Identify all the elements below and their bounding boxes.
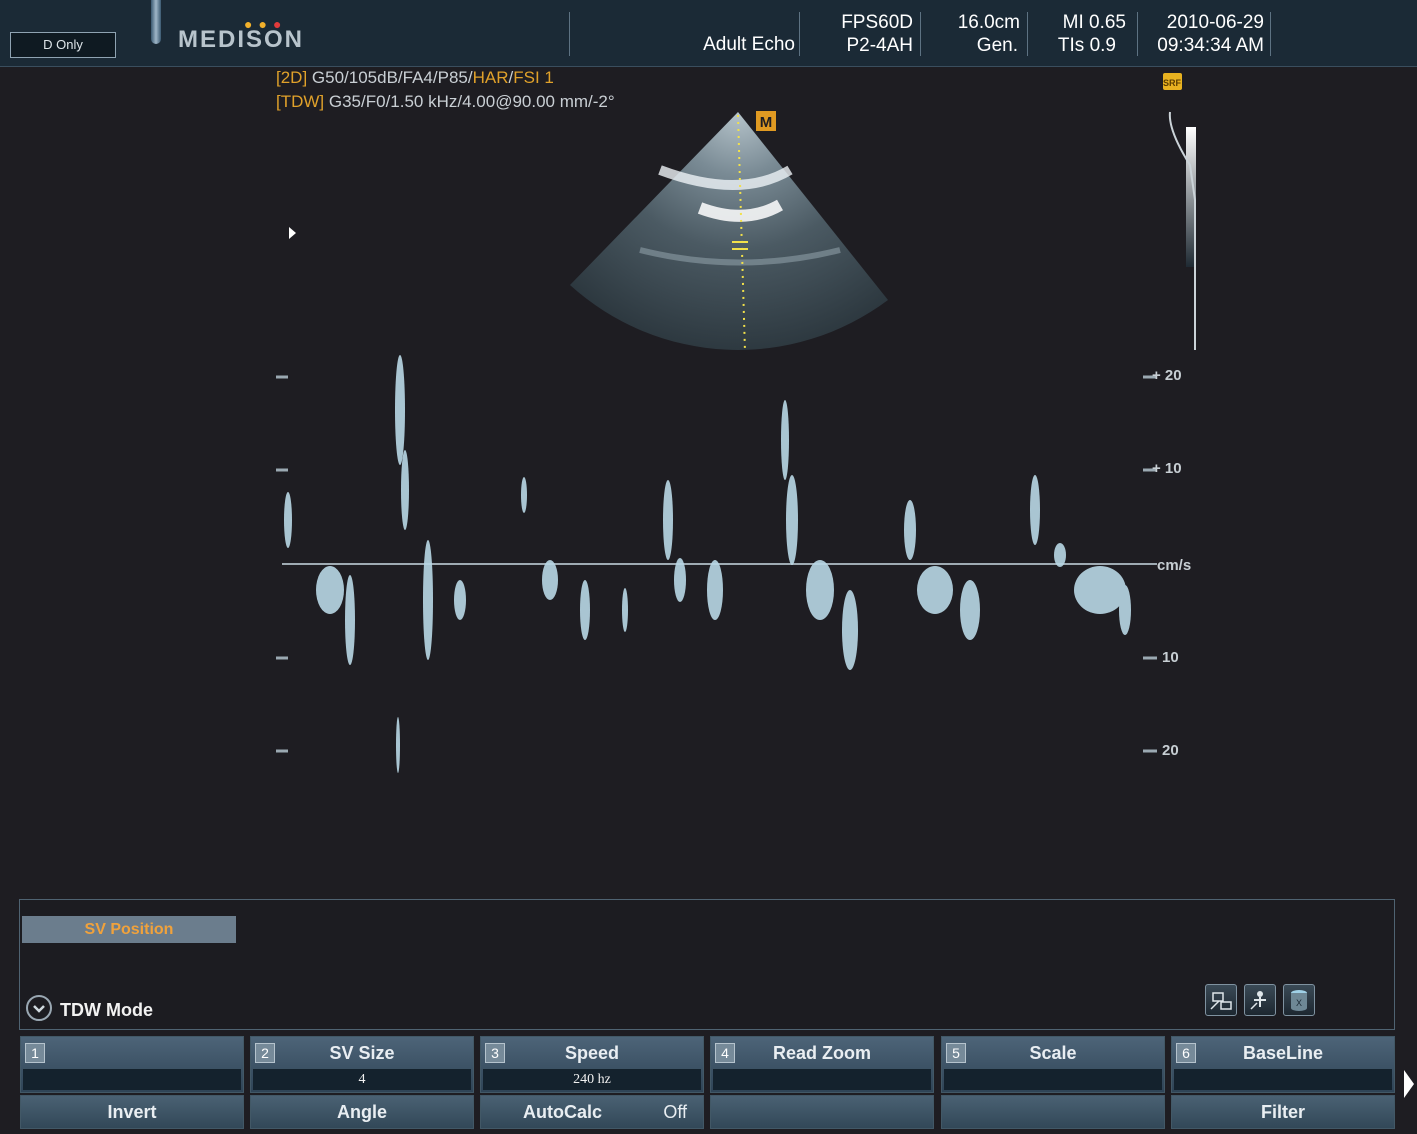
velocity-unit-label: cm/s (1157, 557, 1192, 574)
cursor-arrow-icon (289, 227, 296, 239)
2d-sector-image (570, 112, 888, 353)
softkey-value: 4 (253, 1069, 471, 1090)
doppler-signal-blob (542, 560, 558, 600)
softkey-title: SV Size (329, 1043, 395, 1063)
softkey-read-zoom[interactable]: 4 Read Zoom (710, 1036, 934, 1093)
header-divider (569, 12, 570, 56)
header-divider (920, 12, 921, 56)
doppler-signal-blob (395, 355, 405, 465)
brand-logo: MEDISON (178, 26, 305, 53)
doppler-signal-blob (674, 558, 686, 602)
next-page-arrow-icon[interactable] (1402, 1070, 1417, 1098)
empty-button[interactable] (941, 1095, 1165, 1129)
doppler-signal-blob (786, 475, 798, 565)
doppler-signal-blob (401, 450, 409, 530)
doppler-signal-blob (663, 480, 673, 560)
softkey-1[interactable]: 1 (20, 1036, 244, 1093)
doppler-signal-blob (1119, 585, 1131, 635)
doppler-signal-blob (904, 500, 916, 560)
doppler-signal-blob (580, 580, 590, 640)
srf-badge-label: SRF (1163, 78, 1182, 88)
softkey-title: Read Zoom (772, 1043, 871, 1063)
softkey-value: 240 hz (483, 1069, 701, 1090)
softkey-speed[interactable]: 3 Speed 240 hz (480, 1036, 704, 1093)
doppler-signal-blob (454, 580, 466, 620)
header-divider (1270, 12, 1271, 56)
mi-readout: MI 0.65 (1062, 12, 1126, 33)
doppler-signal-blob (345, 575, 355, 665)
fps-readout: FPS60D (841, 12, 913, 33)
frequency-readout: Gen. (976, 35, 1018, 56)
doppler-signal-blob (1054, 543, 1066, 567)
chevron-down-icon[interactable] (26, 995, 52, 1021)
network-icon[interactable] (1205, 984, 1237, 1016)
autocalc-label: AutoCalc (523, 1102, 603, 1122)
doppler-signal-blob (1074, 566, 1126, 614)
doppler-signal-blob (806, 560, 834, 620)
svg-text:X: X (1296, 998, 1302, 1008)
ultrasound-image-area[interactable]: M SRF (0, 66, 1417, 896)
scale-label: 20 (1162, 742, 1179, 759)
invert-button[interactable]: Invert (20, 1095, 244, 1129)
tis-readout: TIs 0.9 (1057, 35, 1116, 56)
probe-cable-icon (151, 0, 161, 44)
scale-label: + 10 (1152, 460, 1182, 477)
probe-view: P2-4AH (846, 35, 913, 56)
doppler-signal-blob (960, 580, 980, 640)
doppler-signal-blob (396, 717, 400, 773)
header-divider (1027, 12, 1028, 56)
doppler-signal-blob (1030, 475, 1040, 545)
tdw-mode-title: TDW Mode (60, 1000, 153, 1020)
softkey-value (23, 1069, 241, 1090)
header-divider (1137, 12, 1138, 56)
m-marker-label: M (760, 114, 773, 131)
depth-readout: 16.0cm (957, 12, 1020, 33)
doppler-signal-blob (622, 588, 628, 632)
filter-button[interactable]: Filter (1171, 1095, 1395, 1129)
softkey-scale[interactable]: 5 Scale (941, 1036, 1165, 1093)
softkey-baseline[interactable]: 6 BaseLine (1171, 1036, 1395, 1093)
softkey-title: BaseLine (1242, 1043, 1324, 1063)
display-mode-button[interactable]: D Only (10, 32, 116, 58)
autocalc-button[interactable]: AutoCalc Off (480, 1095, 704, 1129)
date-readout: 2010-06-29 (1166, 12, 1264, 33)
softkey-title: Speed (564, 1043, 620, 1063)
scale-label: + 20 (1152, 367, 1182, 384)
doppler-signal-blob (917, 566, 953, 614)
time-readout: 09:34:34 AM (1157, 35, 1264, 56)
doppler-signal-blob (423, 540, 433, 660)
doppler-signal-blob (316, 566, 344, 614)
exam-preset[interactable]: Adult Echo (680, 34, 795, 56)
storage-icon[interactable]: X (1283, 984, 1315, 1016)
sv-position-tab[interactable]: SV Position (22, 916, 236, 943)
softkey-value (713, 1069, 931, 1090)
doppler-signal-blob (284, 492, 292, 548)
doppler-signal-blob (781, 400, 789, 480)
softkey-sv-size[interactable]: 2 SV Size 4 (250, 1036, 474, 1093)
softkey-value (944, 1069, 1162, 1090)
autocalc-state: Off (663, 1102, 687, 1122)
scale-label: 10 (1162, 649, 1179, 666)
softkey-title: Scale (1029, 1043, 1077, 1063)
softkey-value (1174, 1069, 1392, 1090)
empty-button[interactable] (710, 1095, 934, 1129)
header-divider (799, 12, 800, 56)
doppler-signal-blob (842, 590, 858, 670)
angle-button[interactable]: Angle (250, 1095, 474, 1129)
doppler-signal-blob (521, 477, 527, 513)
doppler-signal-blob (707, 560, 723, 620)
patient-icon[interactable] (1244, 984, 1276, 1016)
softkey-number: 1 (25, 1043, 45, 1063)
